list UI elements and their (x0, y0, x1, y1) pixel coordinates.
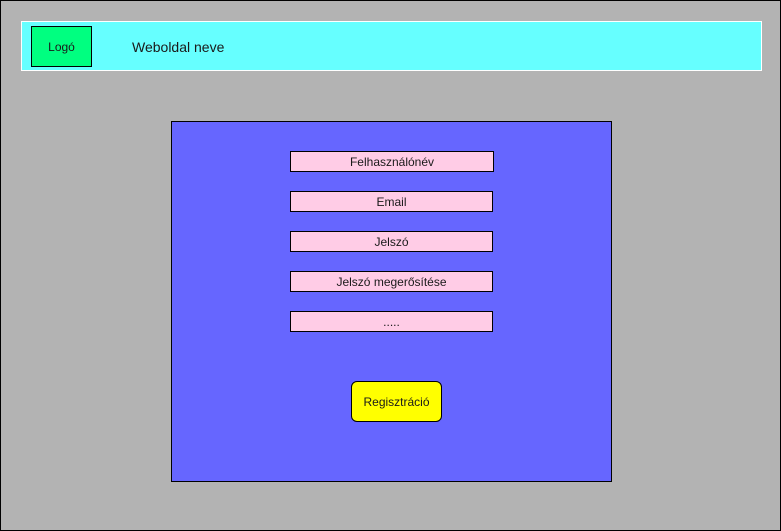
additional-field-label: ..... (383, 314, 400, 329)
password-confirm-field-label: Jelszó megerősítése (336, 274, 447, 289)
register-button[interactable]: Regisztráció (351, 381, 442, 422)
password-confirm-field[interactable]: Jelszó megerősítése (290, 271, 493, 292)
register-button-label: Regisztráció (363, 394, 430, 409)
username-field[interactable]: Felhasználónév (290, 151, 494, 172)
logo[interactable]: Logó (31, 26, 92, 67)
header-bar: Logó Weboldal neve (21, 21, 762, 71)
email-field-label: Email (376, 194, 407, 209)
site-name: Weboldal neve (132, 39, 225, 55)
username-field-label: Felhasználónév (349, 154, 435, 169)
logo-label: Logó (48, 39, 75, 54)
additional-field[interactable]: ..... (290, 311, 493, 332)
wireframe-canvas: Logó Weboldal neve Felhasználónév Email … (0, 0, 781, 531)
email-field[interactable]: Email (290, 191, 493, 212)
password-field[interactable]: Jelszó (290, 231, 493, 252)
password-field-label: Jelszó (374, 234, 409, 249)
registration-panel: Felhasználónév Email Jelszó Jelszó meger… (171, 121, 612, 482)
